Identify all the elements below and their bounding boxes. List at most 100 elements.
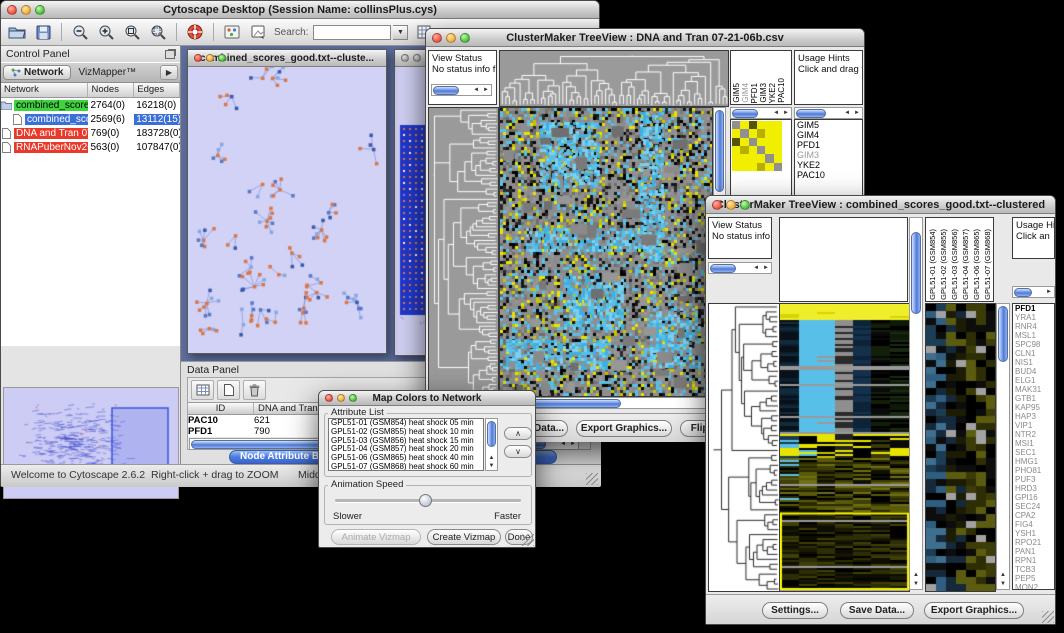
scrollbar-thumb[interactable] — [732, 109, 758, 118]
scrollbar-thumb[interactable] — [710, 264, 736, 273]
minimize-icon[interactable] — [337, 394, 345, 402]
scrollbar-thumb[interactable] — [998, 306, 1008, 362]
zoom-out-button[interactable] — [68, 21, 92, 43]
matrix-cell[interactable] — [774, 146, 782, 154]
matrix-cell[interactable] — [749, 121, 757, 129]
matrix-cell[interactable] — [749, 146, 757, 154]
scrollbar-thumb[interactable] — [433, 86, 459, 95]
table-row[interactable]: combined_scores 2764(0) 16218(0) — [1, 98, 180, 112]
close-icon[interactable] — [432, 33, 442, 43]
export-graphics-button[interactable]: Export Graphics... — [924, 602, 1024, 619]
matrix-cell[interactable] — [757, 138, 765, 146]
heatmap-canvas[interactable] — [499, 107, 713, 397]
move-up-button[interactable]: ∧ — [504, 427, 532, 440]
scroll-right-icon[interactable]: ► — [852, 110, 862, 116]
matrix-cell[interactable] — [765, 163, 773, 171]
zoom-in-button[interactable] — [94, 21, 118, 43]
table-row[interactable]: RNAPuberNov2+| 563(0) 107847(0) — [1, 140, 180, 154]
matrix-cell[interactable] — [757, 146, 765, 154]
matrix-cell[interactable] — [765, 146, 773, 154]
zoom-fit-button[interactable] — [146, 21, 170, 43]
resize-grip[interactable] — [586, 473, 598, 485]
move-down-button[interactable]: ∨ — [504, 445, 532, 458]
zoom-window-icon[interactable] — [35, 5, 45, 15]
matrix-cell[interactable] — [732, 146, 740, 154]
close-icon[interactable] — [401, 54, 409, 62]
annotation-button[interactable] — [220, 21, 244, 43]
scroll-up-icon[interactable]: ▲ — [997, 572, 1009, 578]
dialog-titlebar[interactable]: Map Colors to Network — [319, 391, 535, 406]
table-row[interactable]: DNA and Tran 07 769(0) 183728(0) — [1, 126, 180, 140]
export-graphics-button[interactable]: Export Graphics... — [576, 420, 672, 437]
scroll-left-icon[interactable]: ◄ — [771, 110, 781, 116]
close-icon[interactable] — [194, 54, 202, 62]
matrix-cell[interactable] — [749, 163, 757, 171]
attribute-list[interactable]: GPL51-01 (GSM854) heat shock 05 minGPL51… — [328, 418, 484, 471]
matrix-cell[interactable] — [765, 154, 773, 162]
gene-dendrogram-canvas[interactable] — [708, 303, 780, 592]
matrix-cell[interactable] — [732, 129, 740, 137]
matrix-cell[interactable] — [740, 146, 748, 154]
view-status-scrollbar[interactable]: ◄ ► — [708, 262, 772, 274]
attribute-list-scrollbar[interactable]: ▲ ▼ — [485, 418, 498, 471]
column-dendrogram-canvas[interactable] — [499, 50, 729, 107]
matrix-hscrollbar[interactable]: ◄ ► — [730, 107, 792, 119]
zoom-selected-button[interactable] — [120, 21, 144, 43]
scroll-up-icon[interactable]: ▲ — [486, 455, 497, 461]
matrix-cell[interactable] — [749, 154, 757, 162]
select-attributes-button[interactable] — [191, 380, 214, 400]
close-icon[interactable] — [325, 394, 333, 402]
scroll-left-icon[interactable]: ◄ — [842, 110, 852, 116]
matrix-cell[interactable] — [774, 121, 782, 129]
table-row[interactable]: combined_sco 2569(6) 13112(15) — [1, 112, 180, 126]
matrix-cell[interactable] — [732, 138, 740, 146]
new-attribute-button[interactable] — [217, 380, 240, 400]
minimize-icon[interactable] — [21, 5, 31, 15]
minimize-icon[interactable] — [726, 200, 736, 210]
matrix-cell[interactable] — [740, 129, 748, 137]
global-vscrollbar[interactable]: ▲ ▼ — [909, 217, 923, 590]
zoom-vscrollbar[interactable]: ▲ ▼ — [996, 303, 1010, 590]
float-panel-icon[interactable] — [165, 50, 175, 59]
scroll-left-icon[interactable]: ◄ — [751, 265, 761, 271]
matrix-cell[interactable] — [765, 121, 773, 129]
speed-slider-thumb[interactable] — [419, 494, 432, 507]
zoom-window-icon[interactable] — [460, 33, 470, 43]
settings-button[interactable]: Settings... — [762, 602, 828, 619]
open-session-button[interactable] — [5, 21, 29, 43]
save-session-button[interactable] — [31, 21, 55, 43]
matrix-cell[interactable] — [740, 121, 748, 129]
zoom-heatmap-canvas[interactable] — [925, 303, 996, 592]
scroll-right-icon[interactable]: ► — [761, 265, 771, 271]
matrix-cell[interactable] — [765, 129, 773, 137]
help-button[interactable] — [183, 21, 207, 43]
close-icon[interactable] — [7, 5, 17, 15]
resize-grip[interactable] — [522, 534, 534, 546]
zoom-window-icon[interactable] — [349, 394, 357, 402]
matrix-cell[interactable] — [765, 138, 773, 146]
create-vizmap-button[interactable]: Create Vizmap — [427, 529, 501, 545]
resize-grip[interactable] — [1042, 611, 1054, 623]
scroll-down-icon[interactable]: ▼ — [486, 463, 497, 469]
scroll-right-icon[interactable]: ► — [481, 85, 491, 96]
animate-vizmap-button[interactable]: Animate Vizmap — [331, 529, 421, 545]
minimize-icon[interactable] — [413, 54, 421, 62]
matrix-cell[interactable] — [774, 154, 782, 162]
network-view-canvas[interactable] — [188, 67, 386, 353]
attribute-list-item[interactable]: GPL51-07 (GSM868) heat shock 60 min — [329, 463, 483, 471]
scrollbar-thumb[interactable] — [1014, 288, 1032, 297]
scroll-right-icon[interactable]: ► — [1044, 289, 1054, 295]
search-combo-arrow-icon[interactable]: ▼ — [393, 25, 408, 40]
matrix-cell[interactable] — [732, 163, 740, 171]
minimize-icon[interactable] — [206, 54, 214, 62]
matrix-cell[interactable] — [749, 138, 757, 146]
scroll-left-icon[interactable]: ◄ — [471, 85, 481, 96]
zoom-window-icon[interactable] — [218, 54, 226, 62]
matrix-cell[interactable] — [740, 154, 748, 162]
gene-label-scrollbar[interactable]: ◄ ► — [794, 107, 863, 119]
main-titlebar[interactable]: Cytoscape Desktop (Session Name: collins… — [1, 1, 599, 19]
matrix-cell[interactable] — [774, 138, 782, 146]
scrollbar-thumb[interactable] — [796, 109, 826, 118]
scrollbar-thumb[interactable] — [487, 421, 496, 447]
scrollbar-thumb[interactable] — [715, 110, 724, 192]
